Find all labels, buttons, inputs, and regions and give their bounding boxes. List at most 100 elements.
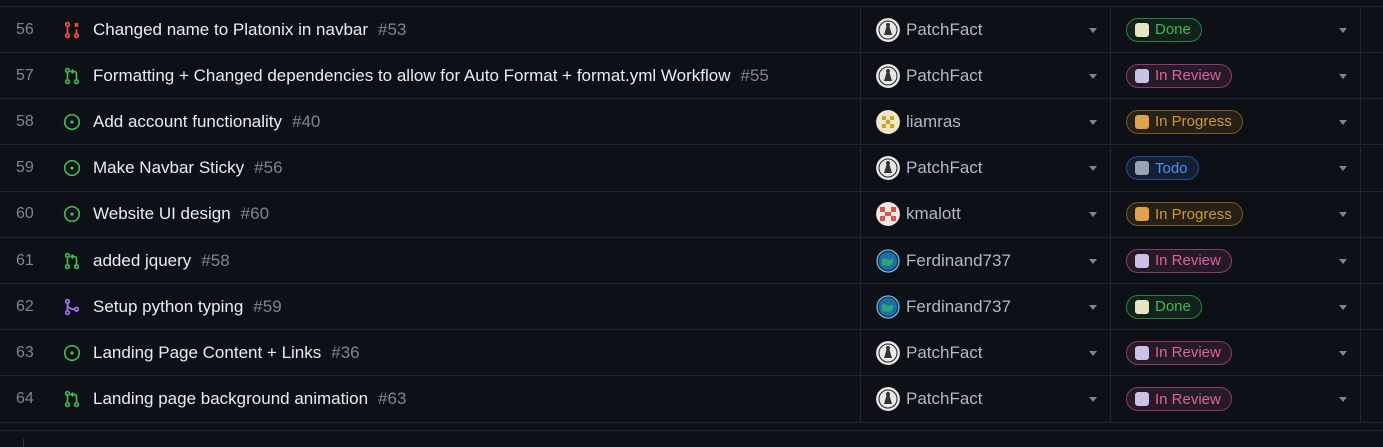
empty-cell[interactable] xyxy=(1361,7,1383,52)
assignees-cell[interactable]: liamras xyxy=(861,99,1111,145)
status-badge: Done xyxy=(1126,294,1202,319)
empty-cell[interactable] xyxy=(1361,377,1383,422)
assignee-name[interactable]: PatchFact xyxy=(906,66,983,86)
assignee-name[interactable]: PatchFact xyxy=(906,343,983,363)
status-cell[interactable]: In Review xyxy=(1111,238,1361,283)
avatar xyxy=(876,63,900,88)
chevron-down-icon[interactable] xyxy=(1339,27,1347,33)
empty-cell[interactable] xyxy=(1361,330,1383,375)
item-title-link[interactable]: Landing page background animation xyxy=(93,389,368,409)
horizontal-scrollbar[interactable] xyxy=(0,430,1383,447)
chevron-down-icon[interactable] xyxy=(1089,397,1097,403)
table-row[interactable]: 59 Make Navbar Sticky #56 PatchFact Todo xyxy=(0,145,1383,192)
empty-cell[interactable] xyxy=(1361,238,1383,283)
empty-cell[interactable] xyxy=(1361,53,1383,98)
issue-open-icon xyxy=(61,342,83,364)
chevron-down-icon[interactable] xyxy=(1089,258,1097,264)
avatar xyxy=(876,17,900,42)
assignees-cell[interactable]: Ferdinand737 xyxy=(861,284,1111,330)
table-row[interactable]: 61 added jquery #58 Ferdinand737 In Revi… xyxy=(0,238,1383,284)
status-cell[interactable]: In Review xyxy=(1111,376,1361,422)
row-number: 57 xyxy=(16,66,34,84)
table-row[interactable]: 57 Formatting + Changed dependencies to … xyxy=(0,53,1383,100)
chevron-down-icon[interactable] xyxy=(1339,119,1347,125)
title-cell[interactable]: added jquery #58 xyxy=(56,238,861,283)
assignee-name[interactable]: Ferdinand737 xyxy=(906,251,1011,271)
chevron-down-icon[interactable] xyxy=(1089,166,1097,172)
item-number: #60 xyxy=(240,204,270,224)
assignee-name[interactable]: Ferdinand737 xyxy=(906,297,1011,317)
table-row[interactable]: 60 Website UI design #60 kmalott In Prog… xyxy=(0,191,1383,238)
assignees-cell[interactable]: PatchFact xyxy=(861,376,1111,422)
table-row[interactable]: 58 Add account functionality #40 liamras… xyxy=(0,99,1383,146)
chevron-down-icon[interactable] xyxy=(1089,119,1097,125)
table-row[interactable]: 64 Landing page background animation #63… xyxy=(0,376,1383,423)
item-number: #53 xyxy=(378,19,407,39)
title-cell[interactable]: Landing Page Content + Links #36 xyxy=(56,330,861,376)
title-cell[interactable]: Make Navbar Sticky #56 xyxy=(56,145,861,191)
chevron-down-icon[interactable] xyxy=(1339,397,1347,403)
item-title-link[interactable]: Make Navbar Sticky xyxy=(93,158,244,178)
title-cell[interactable]: Website UI design #60 xyxy=(56,191,861,237)
assignee-name[interactable]: PatchFact xyxy=(906,158,983,178)
chevron-down-icon[interactable] xyxy=(1339,304,1347,310)
status-badge: In Review xyxy=(1126,340,1232,365)
table-row[interactable]: 63 Landing Page Content + Links #36 Patc… xyxy=(0,330,1383,377)
row-number: 56 xyxy=(16,20,34,38)
item-title-link[interactable]: Formatting + Changed dependencies to all… xyxy=(93,66,730,86)
empty-cell[interactable] xyxy=(1361,284,1383,329)
title-cell[interactable]: Add account functionality #40 xyxy=(56,99,861,145)
status-badge: Todo xyxy=(1126,156,1199,181)
chevron-down-icon[interactable] xyxy=(1339,258,1347,264)
table-row[interactable]: 62 Setup python typing #59 Ferdinand737 … xyxy=(0,284,1383,331)
assignees-cell[interactable]: PatchFact xyxy=(861,330,1111,376)
title-cell[interactable]: Changed name to Platonix in navbar #53 xyxy=(56,7,861,52)
chevron-down-icon[interactable] xyxy=(1339,73,1347,79)
pr-merged-icon xyxy=(61,296,83,318)
status-cell[interactable]: Done xyxy=(1111,284,1361,330)
title-cell[interactable]: Setup python typing #59 xyxy=(56,284,861,330)
avatar xyxy=(876,294,900,319)
status-cell[interactable]: Todo xyxy=(1111,145,1361,191)
chevron-down-icon[interactable] xyxy=(1089,27,1097,33)
empty-cell[interactable] xyxy=(1361,146,1383,191)
assignees-cell[interactable]: PatchFact xyxy=(861,53,1111,99)
item-title-link[interactable]: Website UI design xyxy=(93,204,231,224)
item-title-link[interactable]: Changed name to Platonix in navbar xyxy=(93,20,368,40)
item-number: #63 xyxy=(378,389,407,409)
assignees-cell[interactable]: Ferdinand737 xyxy=(861,238,1111,283)
empty-cell[interactable] xyxy=(1361,192,1383,237)
chevron-down-icon[interactable] xyxy=(1339,350,1347,356)
assignees-cell[interactable]: PatchFact xyxy=(861,7,1111,52)
assignee-name[interactable]: PatchFact xyxy=(906,20,983,40)
status-badge: In Progress xyxy=(1126,202,1243,227)
status-cell[interactable]: In Progress xyxy=(1111,191,1361,237)
table-row[interactable]: 56 Changed name to Platonix in navbar #5… xyxy=(0,7,1383,53)
assignee-name[interactable]: PatchFact xyxy=(906,389,983,409)
issue-open-icon xyxy=(61,203,83,225)
item-title-link[interactable]: added jquery xyxy=(93,251,191,271)
assignees-cell[interactable]: PatchFact xyxy=(861,145,1111,191)
assignees-cell[interactable]: kmalott xyxy=(861,191,1111,237)
item-title-link[interactable]: Add account functionality xyxy=(93,112,282,132)
item-number: #59 xyxy=(253,296,282,316)
status-label: Done xyxy=(1155,21,1191,38)
chevron-down-icon[interactable] xyxy=(1339,212,1347,218)
title-cell[interactable]: Formatting + Changed dependencies to all… xyxy=(56,53,861,99)
avatar xyxy=(876,387,900,412)
empty-cell[interactable] xyxy=(1361,99,1383,144)
item-title-link[interactable]: Landing Page Content + Links xyxy=(93,343,321,363)
assignee-name[interactable]: kmalott xyxy=(906,204,961,224)
chevron-down-icon[interactable] xyxy=(1339,166,1347,172)
status-cell[interactable]: In Progress xyxy=(1111,99,1361,145)
chevron-down-icon[interactable] xyxy=(1089,304,1097,310)
chevron-down-icon[interactable] xyxy=(1089,212,1097,218)
title-cell[interactable]: Landing page background animation #63 xyxy=(56,376,861,422)
status-cell[interactable]: In Review xyxy=(1111,330,1361,376)
item-title-link[interactable]: Setup python typing xyxy=(93,297,243,317)
status-cell[interactable]: Done xyxy=(1111,7,1361,52)
assignee-name[interactable]: liamras xyxy=(906,112,961,132)
chevron-down-icon[interactable] xyxy=(1089,350,1097,356)
status-cell[interactable]: In Review xyxy=(1111,53,1361,99)
chevron-down-icon[interactable] xyxy=(1089,73,1097,79)
